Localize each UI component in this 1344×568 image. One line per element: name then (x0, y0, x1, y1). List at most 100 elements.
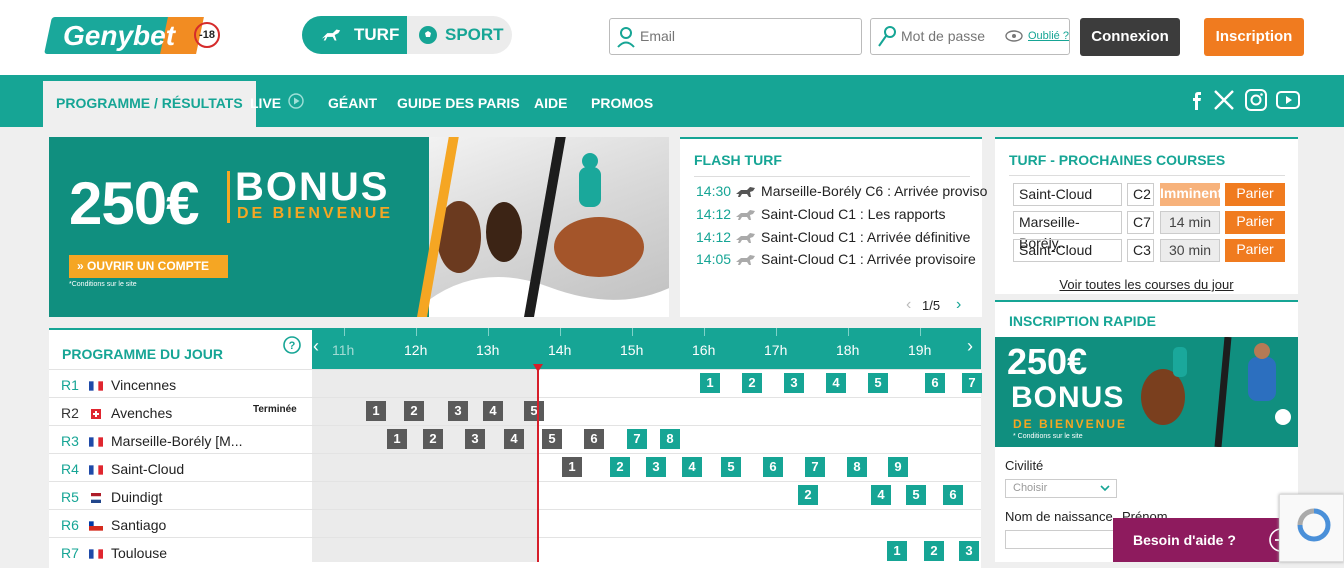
flash-pager: 1/5 (922, 298, 941, 313)
race-button[interactable]: 4 (682, 457, 702, 477)
race-button[interactable]: 4 (871, 485, 891, 505)
nav-geant[interactable]: GÉANT (328, 75, 377, 127)
row-divider (49, 397, 981, 398)
race-button[interactable]: 2 (798, 485, 818, 505)
meeting-row-label[interactable]: R5 Duindigt (61, 489, 162, 505)
race-button[interactable]: 8 (660, 429, 680, 449)
bet-button[interactable]: Parier (1225, 211, 1285, 234)
race-button[interactable]: 5 (542, 429, 562, 449)
flash-time: 14:12 (696, 229, 732, 245)
race-button[interactable]: 9 (888, 457, 908, 477)
race-button[interactable]: 1 (562, 457, 582, 477)
bet-button[interactable]: Parier (1225, 183, 1285, 206)
race-button[interactable]: 2 (610, 457, 630, 477)
nav-guide[interactable]: GUIDE DES PARIS (397, 75, 520, 127)
youtube-icon[interactable] (1276, 88, 1300, 112)
email-input[interactable] (640, 28, 780, 44)
password-input[interactable] (901, 28, 1001, 44)
race-button[interactable]: 3 (784, 373, 804, 393)
recaptcha-icon (1297, 508, 1331, 542)
flash-turf-panel: FLASH TURF 14:30 Marseille-Borély C6 : Ar… (680, 137, 987, 317)
help-question-icon[interactable]: ? (283, 336, 301, 354)
quick-signup-banner[interactable]: 250€ BONUS DE BIENVENUE * Conditions sur… (995, 337, 1298, 447)
meeting-code: R6 (61, 517, 79, 533)
race-button[interactable]: 4 (826, 373, 846, 393)
flash-item[interactable]: 14:12 Saint-Cloud C1 : Arrivée définitive (696, 229, 970, 245)
hour-tick (704, 328, 705, 336)
facebook-icon[interactable] (1184, 88, 1208, 112)
logo[interactable]: Genybet (44, 17, 194, 54)
race-button[interactable]: 5 (906, 485, 926, 505)
meeting-row-label[interactable]: R4 Saint-Cloud (61, 461, 184, 477)
flash-item[interactable]: 14:05 Saint-Cloud C1 : Arrivée provisoire (696, 251, 976, 267)
forgot-password-link[interactable]: Oublié ? (1028, 30, 1069, 42)
race-button[interactable]: 3 (465, 429, 485, 449)
timeline-prev-icon[interactable]: ‹ (313, 336, 319, 357)
instagram-icon[interactable] (1244, 88, 1268, 112)
race-button[interactable]: 2 (742, 373, 762, 393)
race-button[interactable]: 2 (404, 401, 424, 421)
meeting-code: R7 (61, 545, 79, 561)
all-races-link[interactable]: Voir toutes les courses du jour (995, 277, 1298, 292)
race-number: C2 (1127, 183, 1154, 206)
race-button[interactable]: 3 (646, 457, 666, 477)
meeting-name: Avenches (111, 405, 173, 421)
pager-next-icon[interactable]: › (956, 296, 961, 314)
meeting-row-label[interactable]: R7 Toulouse (61, 545, 167, 561)
race-button[interactable]: 6 (925, 373, 945, 393)
race-button[interactable]: 3 (448, 401, 468, 421)
bet-button[interactable]: Parier (1225, 239, 1285, 262)
race-button[interactable]: 6 (943, 485, 963, 505)
flash-item[interactable]: 14:12 Saint-Cloud C1 : Les rapports (696, 206, 945, 222)
race-button[interactable]: 7 (962, 373, 982, 393)
meeting-row-label[interactable]: R2 Avenches (61, 405, 172, 421)
flag-fr-icon (89, 381, 103, 391)
meeting-row-label[interactable]: R6 Santiago (61, 517, 166, 533)
nav-aide[interactable]: AIDE (534, 75, 567, 127)
pager-prev-icon[interactable]: ‹ (906, 296, 911, 314)
signup-button[interactable]: Inscription (1204, 18, 1304, 56)
race-button[interactable]: 7 (627, 429, 647, 449)
lastname-input[interactable] (1005, 530, 1117, 549)
nav-live[interactable]: LIVE (250, 75, 304, 127)
login-button[interactable]: Connexion (1080, 18, 1180, 56)
race-button[interactable]: 7 (805, 457, 825, 477)
flag-fr-icon (89, 465, 103, 475)
race-button[interactable]: 2 (423, 429, 443, 449)
turf-tab[interactable]: TURF (302, 16, 407, 54)
sport-tab[interactable]: SPORT (407, 16, 512, 54)
horse-icon (321, 29, 341, 41)
flash-turf-title: FLASH TURF (694, 152, 782, 168)
race-button[interactable]: 5 (524, 401, 544, 421)
meeting-row-label[interactable]: R3 Marseille-Borély [M... (61, 433, 242, 449)
top-header: Genybet -18 TURF SPORT Oublié ? Connexio… (0, 0, 1344, 75)
open-account-button[interactable]: » OUVRIR UN COMPTE (69, 255, 228, 278)
race-button[interactable]: 6 (763, 457, 783, 477)
current-time-line (537, 368, 539, 562)
race-button[interactable]: 1 (387, 429, 407, 449)
welcome-bonus-banner[interactable]: 250€ BONUS DE BIENVENUE » OUVRIR UN COMP… (49, 137, 669, 317)
eye-icon[interactable] (1005, 29, 1023, 43)
race-button[interactable]: 1 (887, 541, 907, 561)
nav-promos[interactable]: PROMOS (591, 75, 653, 127)
timeline-next-icon[interactable]: › (967, 336, 973, 357)
nav-programme[interactable]: PROGRAMME / RÉSULTATS (43, 81, 256, 127)
race-button[interactable]: 5 (868, 373, 888, 393)
race-button[interactable]: 3 (959, 541, 979, 561)
race-button[interactable]: 4 (483, 401, 503, 421)
race-button[interactable]: 6 (584, 429, 604, 449)
race-button[interactable]: 8 (847, 457, 867, 477)
race-button[interactable]: 4 (504, 429, 524, 449)
race-button[interactable]: 2 (924, 541, 944, 561)
race-button[interactable]: 1 (366, 401, 386, 421)
hour-tick (776, 328, 777, 336)
flash-item[interactable]: 14:30 Marseille-Borély C6 : Arrivée provi… (696, 183, 987, 199)
x-twitter-icon[interactable] (1212, 88, 1236, 112)
email-field[interactable] (609, 18, 862, 55)
meeting-row-label[interactable]: R1 Vincennes (61, 377, 176, 393)
row-divider (49, 369, 981, 370)
password-field[interactable]: Oublié ? (870, 18, 1070, 55)
civility-select[interactable]: Choisir (1005, 479, 1117, 498)
race-button[interactable]: 5 (721, 457, 741, 477)
race-button[interactable]: 1 (700, 373, 720, 393)
